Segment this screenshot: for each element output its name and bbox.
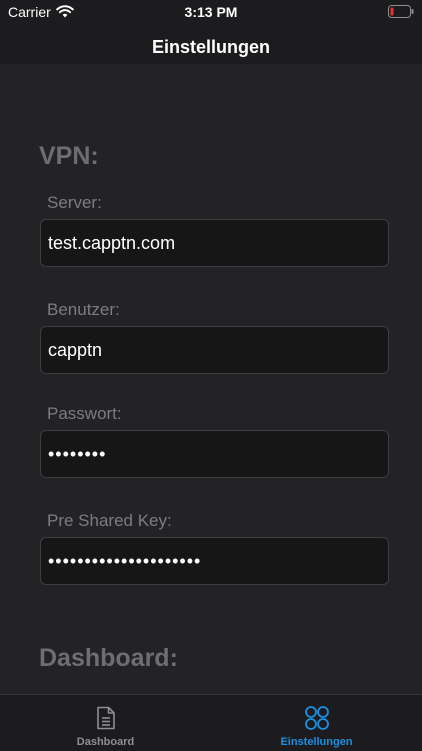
status-bar: Carrier 3:13 PM bbox=[0, 0, 422, 24]
page-title: Einstellungen bbox=[151, 37, 270, 57]
tab-einstellungen[interactable]: Einstellungen bbox=[211, 695, 422, 751]
document-icon bbox=[97, 706, 115, 730]
settings-scroll-view[interactable]: VPN: Server: test.capptn.com Benutzer: c… bbox=[0, 64, 422, 694]
user-field[interactable]: capptn bbox=[40, 326, 389, 374]
server-label: Server: bbox=[47, 193, 102, 212]
password-field[interactable]: •••••••• bbox=[40, 430, 389, 478]
tab-einstellungen-label: Einstellungen bbox=[280, 736, 353, 748]
vpn-section-heading: VPN: bbox=[39, 142, 99, 170]
status-time: 3:13 PM bbox=[184, 4, 238, 20]
user-label: Benutzer: bbox=[47, 300, 120, 319]
tab-bar: Dashboard Einstellungen bbox=[0, 694, 422, 750]
psk-field[interactable]: ••••••••••••••••••••• bbox=[40, 537, 389, 585]
tab-dashboard-label: Dashboard bbox=[76, 736, 135, 748]
password-label: Passwort: bbox=[47, 404, 122, 423]
dashboard-section-heading: Dashboard: bbox=[39, 644, 178, 672]
battery-low-icon bbox=[388, 5, 414, 18]
tab-dashboard[interactable]: Dashboard bbox=[0, 695, 211, 751]
psk-label: Pre Shared Key: bbox=[47, 511, 172, 530]
four-circles-icon bbox=[305, 706, 329, 730]
server-field[interactable]: test.capptn.com bbox=[40, 219, 389, 267]
